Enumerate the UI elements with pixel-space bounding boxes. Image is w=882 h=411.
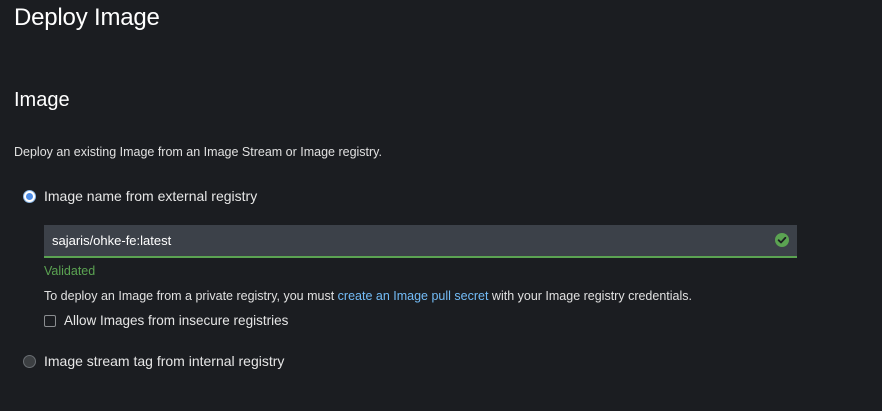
radio-internal-registry[interactable]: Image stream tag from internal registry [23,353,284,369]
allow-insecure-label: Allow Images from insecure registries [64,313,289,328]
radio-button-unselected[interactable] [23,354,36,368]
check-circle-icon [775,233,789,247]
allow-insecure-registries[interactable]: Allow Images from insecure registries [44,313,288,328]
section-description: Deploy an existing Image from an Image S… [14,145,382,159]
page-title: Deploy Image [14,4,160,31]
radio-internal-registry-label: Image stream tag from internal registry [44,353,285,369]
image-name-input[interactable] [44,225,780,256]
radio-external-registry-label: Image name from external registry [44,188,258,204]
allow-insecure-checkbox[interactable] [44,314,56,327]
deploy-image-page: Deploy Image Image Deploy an existing Im… [0,0,882,411]
radio-button-selected[interactable] [23,189,36,203]
create-pull-secret-link[interactable]: create an Image pull secret [338,289,489,303]
helper-text-prefix: To deploy an Image from a private regist… [44,289,338,303]
image-name-field [44,225,797,258]
validation-status: Validated [44,264,96,278]
helper-text-suffix: with your Image registry credentials. [488,289,692,303]
helper-text: To deploy an Image from a private regist… [44,289,692,303]
radio-external-registry[interactable]: Image name from external registry [23,188,257,204]
section-title: Image [14,89,70,111]
